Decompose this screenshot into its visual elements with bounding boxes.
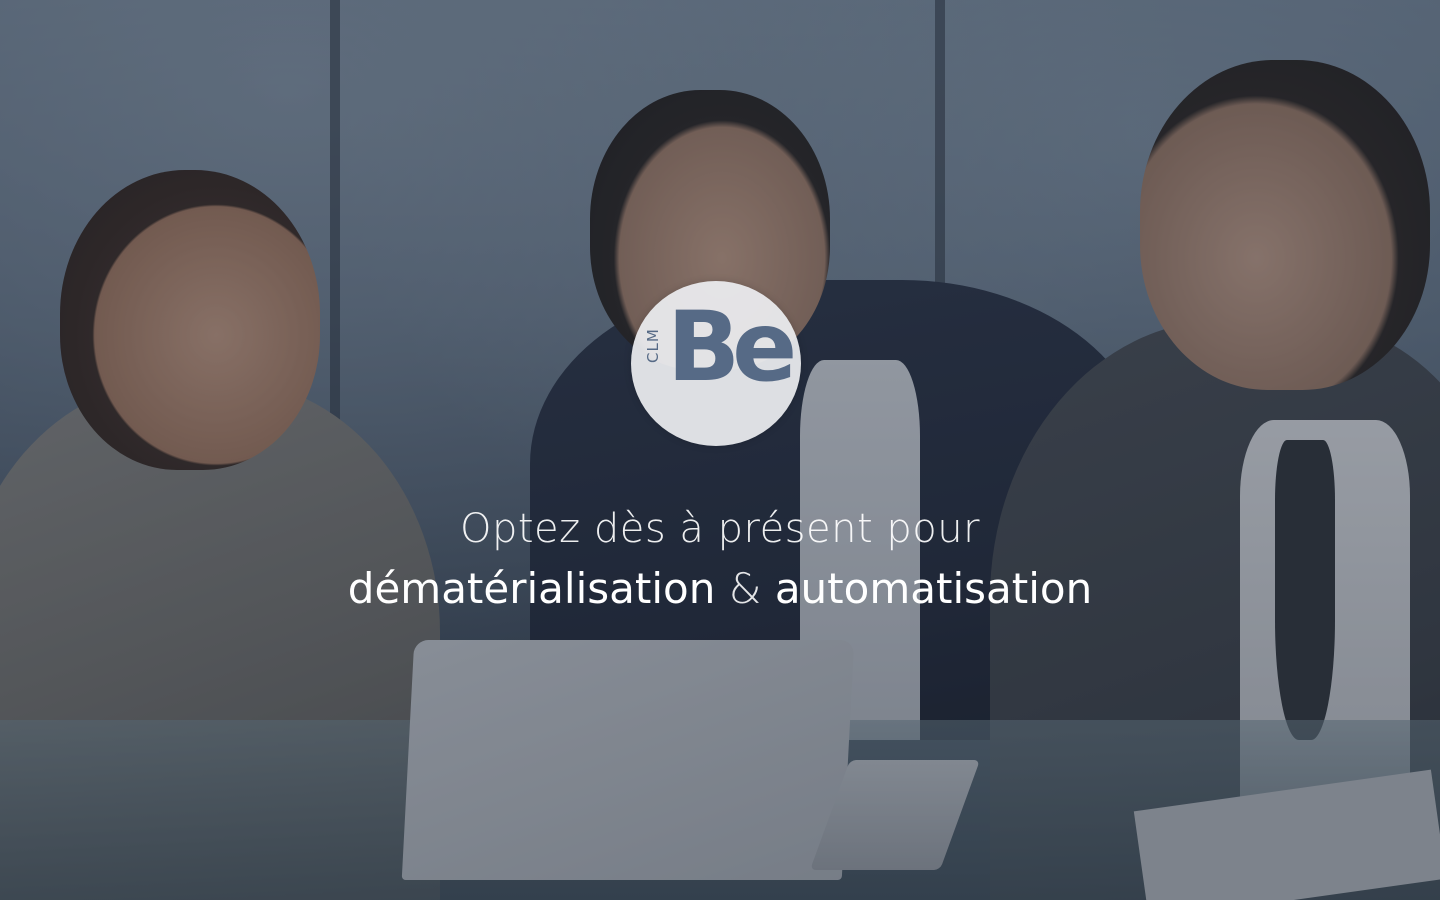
logo-be-text: Be (667, 291, 797, 403)
tagline-ampersand: & (728, 564, 762, 613)
hero-page: CLM Be Optez dès à présent pour dématéri… (0, 0, 1440, 900)
tagline-main: dématérialisation & automatisation (0, 562, 1440, 616)
tagline-dematerialisation: dématérialisation (347, 564, 716, 613)
logo-clm-text: CLM (644, 328, 662, 363)
clm-be-logo[interactable]: CLM Be (631, 281, 801, 446)
tagline-automatisation: automatisation (774, 564, 1093, 613)
tagline-intro: Optez dès à présent pour (459, 506, 981, 552)
dark-overlay (0, 0, 1440, 900)
